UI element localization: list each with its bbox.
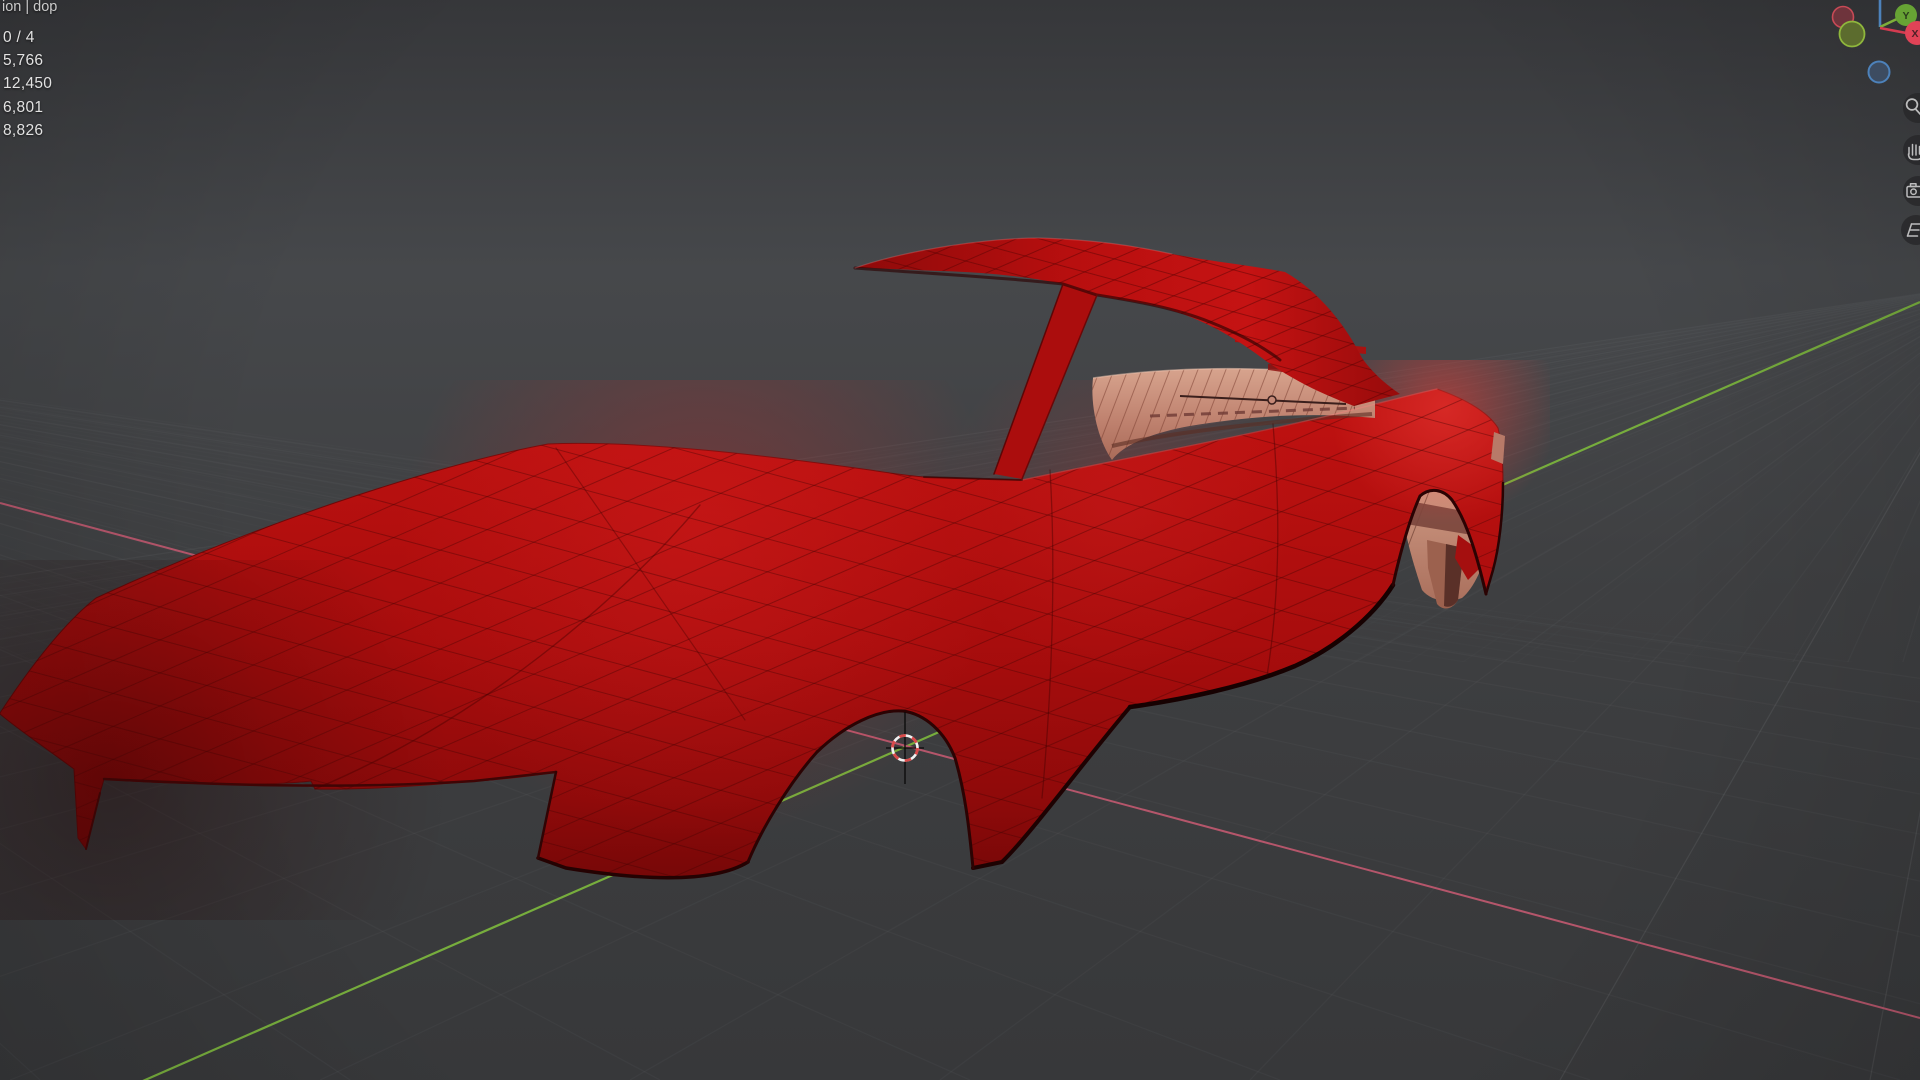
stat-vertices: 5,766 <box>3 52 43 69</box>
gizmo-neg-y-ball[interactable] <box>1840 22 1865 47</box>
svg-text:X: X <box>1911 28 1918 40</box>
stat-triangles: 8,826 <box>3 122 43 139</box>
stat-objects: 0 / 4 <box>3 29 35 46</box>
vignette <box>0 0 1920 1080</box>
stat-edges: 12,450 <box>3 75 52 92</box>
stat-faces: 6,801 <box>3 99 43 116</box>
blender-viewport[interactable]: ion | dop 0 / 4 5,766 12,450 6,801 8,826… <box>0 0 1920 1080</box>
svg-text:Y: Y <box>1902 10 1909 22</box>
viewport-canvas[interactable]: ion | dop 0 / 4 5,766 12,450 6,801 8,826… <box>0 0 1920 1080</box>
viewport-header-text: ion | dop <box>2 0 57 15</box>
gizmo-neg-z-ball[interactable] <box>1869 62 1890 83</box>
